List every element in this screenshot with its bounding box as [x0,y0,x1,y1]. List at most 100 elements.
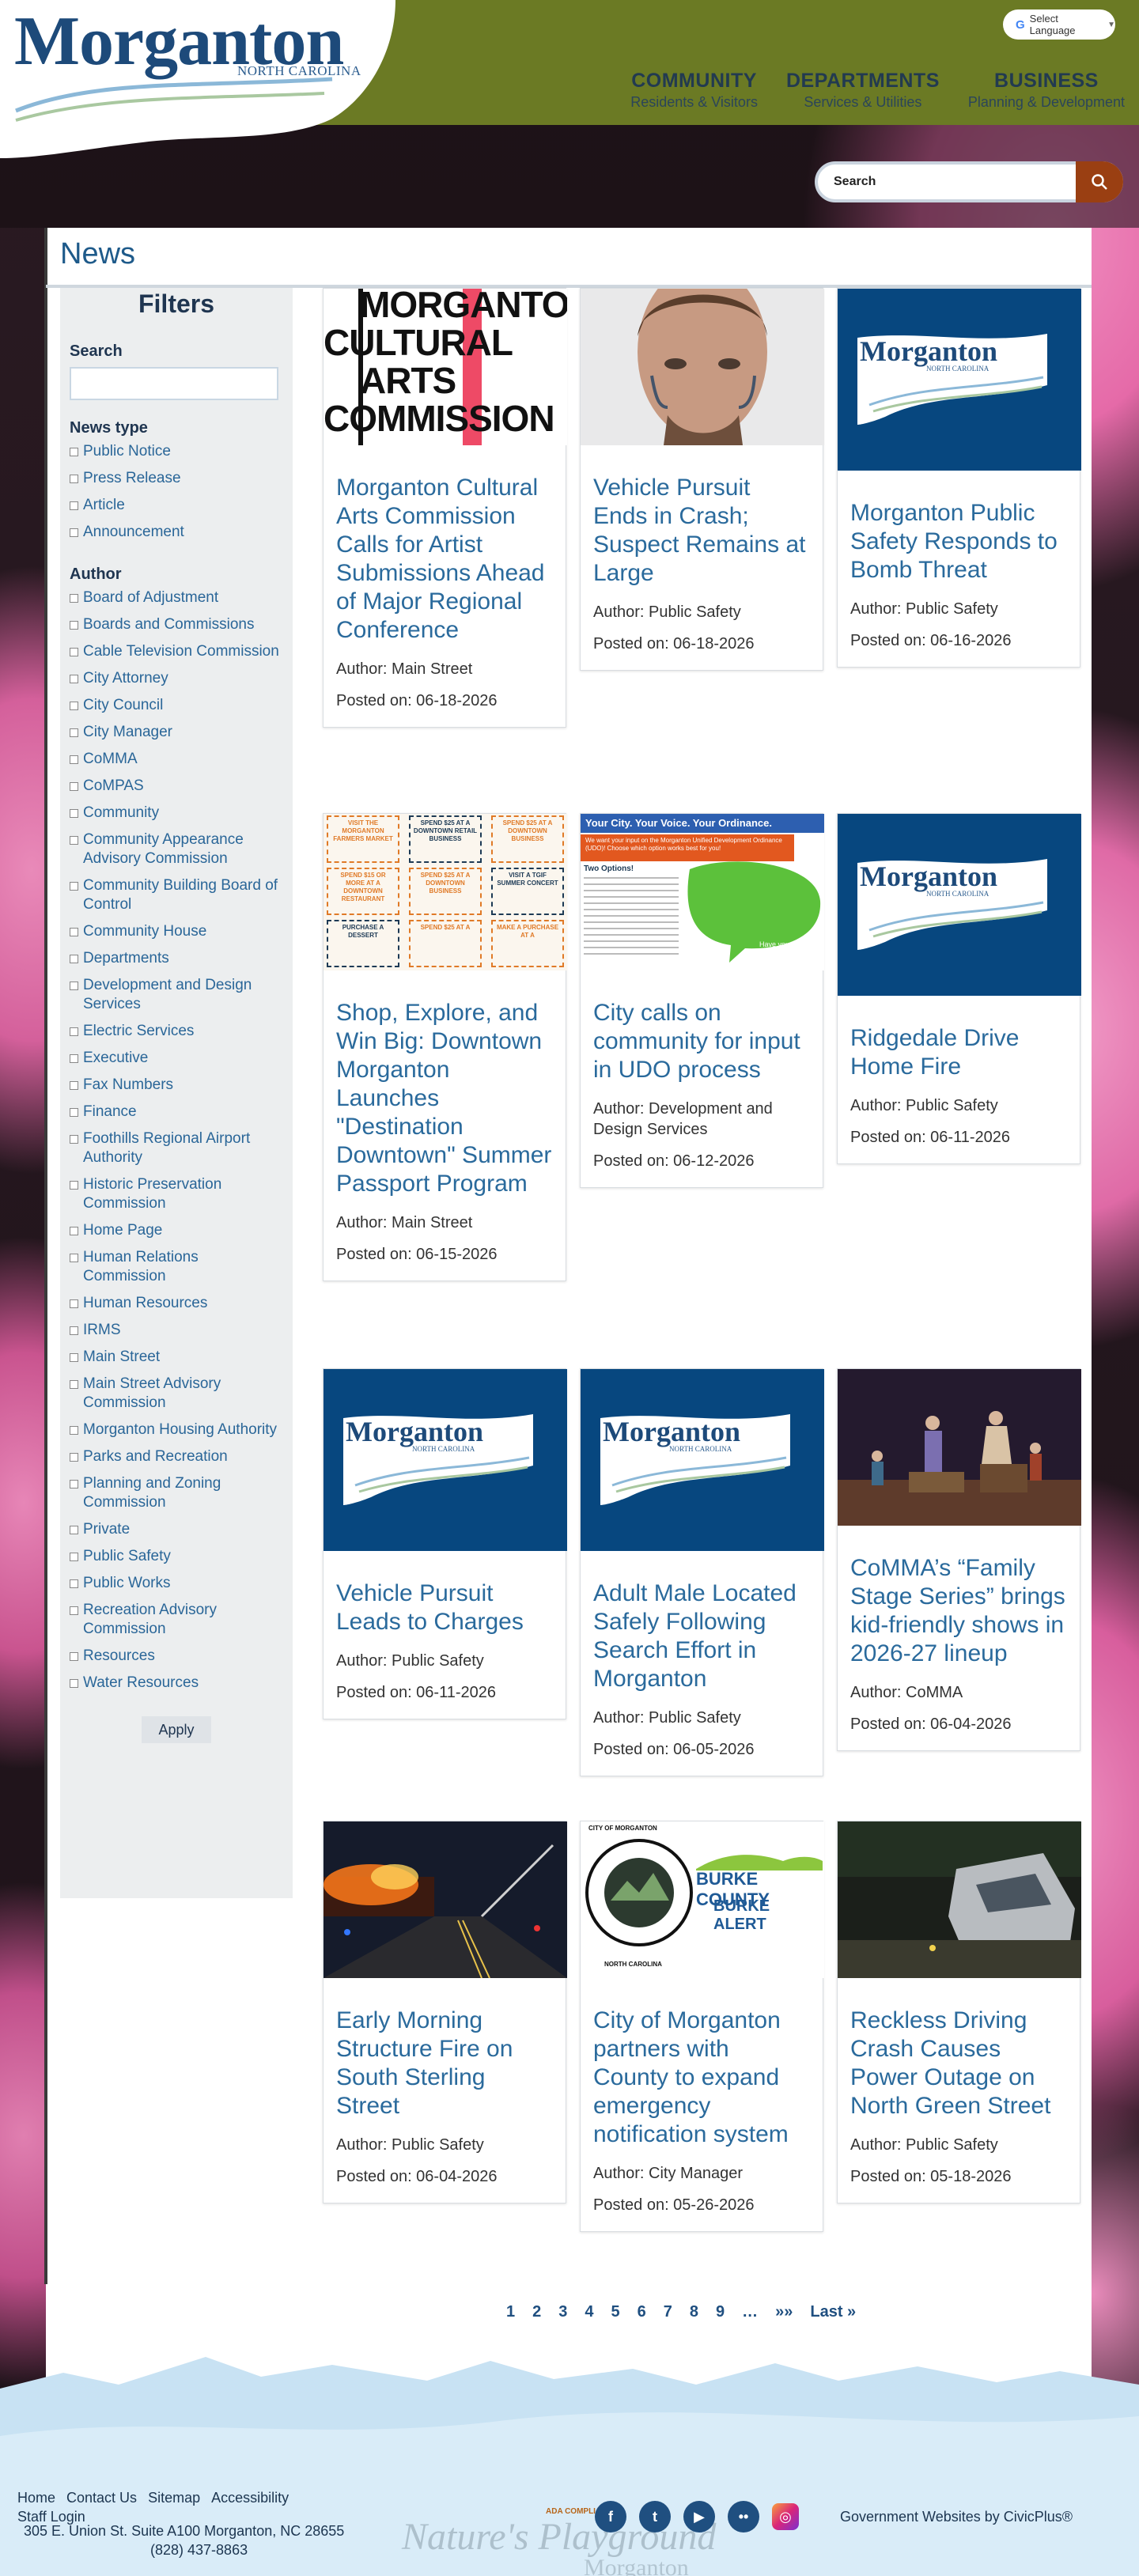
checkbox[interactable] [70,1254,78,1262]
checkbox[interactable] [70,1480,78,1488]
checkbox[interactable] [70,621,78,630]
morganton-logo-image[interactable]: Morganton NORTH CAROLINA [324,1369,567,1551]
checkbox[interactable] [70,1181,78,1190]
checkbox[interactable] [70,955,78,963]
morganton-logo-image[interactable]: Morganton NORTH CAROLINA [838,289,1081,471]
burke-alert-image[interactable]: CITY OF MORGANTON NORTH CAROLINA BURKE C… [581,1821,824,1978]
author-filter-option[interactable]: Community [70,804,283,823]
checkbox[interactable] [70,982,78,990]
author-filter-option[interactable]: Cable Television Commission [70,642,283,661]
news-card[interactable]: VISIT THE MORGANTON FARMERS MARKET SPEND … [323,813,567,1281]
facebook-icon[interactable]: f [595,2501,626,2532]
flickr-icon[interactable]: •• [728,2501,759,2532]
checkbox[interactable] [70,1108,78,1117]
youtube-icon[interactable]: ▶ [683,2501,715,2532]
author-filter-option[interactable]: IRMS [70,1321,283,1340]
news-card-title[interactable]: Early Morning Structure Fire on South St… [336,2007,553,2120]
author-filter-option[interactable]: Resources [70,1647,283,1666]
checkbox[interactable] [70,1606,78,1615]
author-filter-option[interactable]: Executive [70,1049,283,1068]
news-card-title[interactable]: CoMMA’s “Family Stage Series” brings kid… [850,1554,1067,1668]
checkbox[interactable] [70,1579,78,1588]
news-card-title[interactable]: Vehicle Pursuit Ends in Crash; Suspect R… [593,474,810,588]
author-filter-option[interactable]: Public Works [70,1574,283,1593]
news-card-title[interactable]: Vehicle Pursuit Leads to Charges [336,1579,553,1636]
author-filter-option[interactable]: Departments [70,949,283,968]
news-card[interactable]: CoMMA’s “Family Stage Series” brings kid… [837,1368,1081,1751]
news-card-title[interactable]: Reckless Driving Crash Causes Power Outa… [850,2007,1067,2120]
page-link[interactable]: 3 [558,2303,567,2321]
page-link[interactable]: 4 [585,2303,593,2321]
language-selector[interactable]: G Select Language ▼ [1003,9,1115,40]
morganton-logo-image[interactable]: Morganton NORTH CAROLINA [581,1369,824,1551]
author-filter-option[interactable]: Electric Services [70,1022,283,1041]
site-logo[interactable]: Morganton NORTH CAROLINA [0,0,395,158]
morganton-logo-image[interactable]: Morganton NORTH CAROLINA [838,814,1081,996]
author-filter-option[interactable]: Historic Preservation Commission [70,1175,283,1213]
page-link[interactable]: 5 [611,2303,620,2321]
author-filter-option[interactable]: Parks and Recreation [70,1447,283,1466]
news-card[interactable]: Reckless Driving Crash Causes Power Outa… [837,1821,1081,2203]
author-filter-option[interactable]: City Manager [70,723,283,742]
news-card[interactable]: Morganton NORTH CAROLINA Morganton Publi… [837,288,1081,668]
page-link[interactable]: 1 [506,2303,515,2321]
arts-commission-image[interactable]: MORGANTONCULTURALARTSCOMMISSION [324,289,567,445]
checkbox[interactable] [70,836,78,845]
checkbox[interactable] [70,782,78,791]
news-card[interactable]: Your City. Your Voice. Your Ordinance. W… [580,813,824,1188]
checkbox[interactable] [70,1326,78,1335]
checkbox[interactable] [70,1353,78,1362]
author-filter-option[interactable]: Public Safety [70,1547,283,1566]
author-filter-option[interactable]: City Attorney [70,669,283,688]
site-search-input[interactable]: Search [815,161,1123,202]
news-type-filter-option[interactable]: Press Release [70,469,283,488]
checkbox[interactable] [70,1426,78,1435]
page-link[interactable]: 6 [638,2303,646,2321]
news-card[interactable]: Morganton NORTH CAROLINA Ridgedale Drive… [837,813,1081,1164]
author-filter-option[interactable]: Main Street [70,1348,283,1367]
news-card[interactable]: Morganton NORTH CAROLINA Adult Male Loca… [580,1368,824,1776]
author-filter-option[interactable]: Main Street Advisory Commission [70,1375,283,1413]
checkbox[interactable] [70,1652,78,1661]
author-filter-option[interactable]: Private [70,1520,283,1539]
checkbox[interactable] [70,501,78,510]
footer-link-accessibility[interactable]: Accessibility [211,2490,289,2506]
instagram-icon[interactable]: ◎ [772,2503,799,2530]
checkbox[interactable] [70,1553,78,1561]
author-filter-option[interactable]: Human Resources [70,1294,283,1313]
checkbox[interactable] [70,1526,78,1534]
page-link[interactable]: 7 [664,2303,672,2321]
checkbox[interactable] [70,1081,78,1090]
nav-business[interactable]: BUSINESS Planning & Development [954,70,1139,111]
author-filter-option[interactable]: City Council [70,696,283,715]
news-card-title[interactable]: City of Morganton partners with County t… [593,2007,810,2149]
checkbox[interactable] [70,475,78,483]
author-filter-option[interactable]: Fax Numbers [70,1076,283,1095]
news-card-title[interactable]: Adult Male Located Safely Following Sear… [593,1579,810,1693]
news-card-title[interactable]: Shop, Explore, and Win Big: Downtown Mor… [336,999,553,1198]
nav-departments[interactable]: DEPARTMENTS Services & Utilities [772,70,954,111]
fire-photo[interactable] [324,1821,567,1978]
checkbox[interactable] [70,882,78,891]
checkbox[interactable] [70,1380,78,1389]
author-filter-option[interactable]: CoMPAS [70,777,283,796]
news-card[interactable]: Early Morning Structure Fire on South St… [323,1821,567,2203]
news-type-filter-option[interactable]: Article [70,496,283,515]
author-filter-option[interactable]: Morganton Housing Authority [70,1420,283,1439]
checkbox[interactable] [70,755,78,764]
author-filter-option[interactable]: Finance [70,1103,283,1122]
checkbox[interactable] [70,594,78,603]
checkbox[interactable] [70,1027,78,1036]
apply-button[interactable]: Apply [142,1716,211,1743]
stage-photo[interactable] [838,1369,1081,1526]
page-link[interactable]: 9 [716,2303,725,2321]
udo-flyer-image[interactable]: Your City. Your Voice. Your Ordinance. W… [581,814,824,970]
filter-search-input[interactable] [70,367,278,400]
news-card[interactable]: Morganton NORTH CAROLINA Vehicle Pursuit… [323,1368,567,1719]
author-filter-option[interactable]: Planning and Zoning Commission [70,1474,283,1512]
checkbox[interactable] [70,1227,78,1235]
news-type-filter-option[interactable]: Public Notice [70,442,283,461]
nav-community[interactable]: COMMUNITY Residents & Visitors [616,70,772,111]
checkbox[interactable] [70,702,78,710]
checkbox[interactable] [70,448,78,456]
